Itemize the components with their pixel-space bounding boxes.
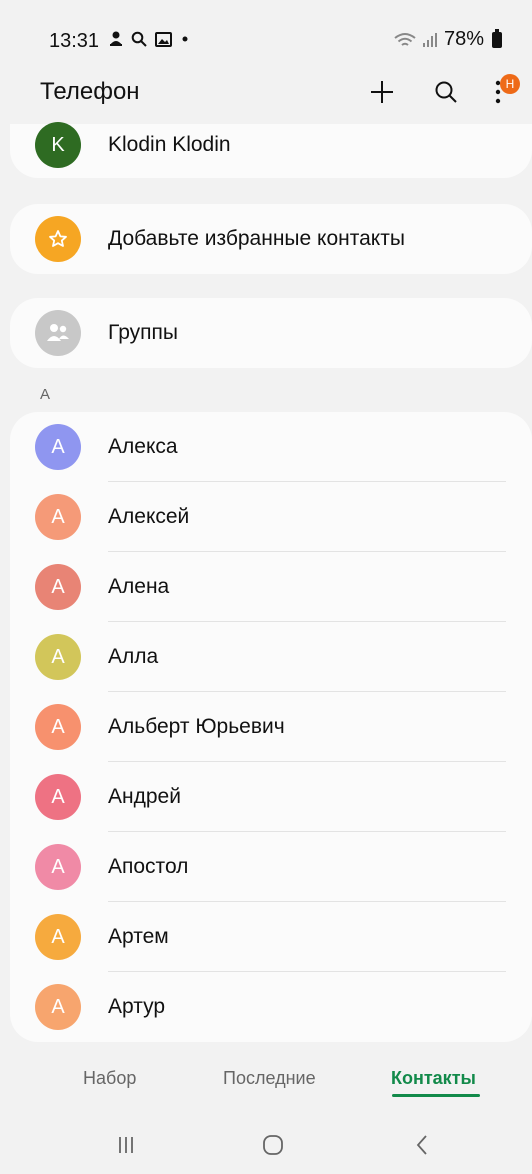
avatar: А xyxy=(35,774,81,820)
contact-name: Алексей xyxy=(108,505,190,528)
more-options-button[interactable]: Н xyxy=(476,70,520,114)
groups-row[interactable]: Группы xyxy=(10,298,532,368)
person-icon xyxy=(110,31,122,46)
list-item[interactable]: А Альберт Юрьевич xyxy=(10,692,532,762)
add-favorites-row[interactable]: Добавьте избранные контакты xyxy=(10,204,532,274)
avatar: А xyxy=(35,494,81,540)
status-left-icons xyxy=(109,31,190,47)
contacts-list: А Алекса А Алексей А Алена А Алла А Альб… xyxy=(10,412,532,1042)
tab-recents[interactable]: Последние xyxy=(223,1068,316,1089)
search-button[interactable] xyxy=(424,70,468,114)
groups-card[interactable]: Группы xyxy=(10,298,532,368)
avatar-initial: А xyxy=(51,855,65,878)
back-button[interactable] xyxy=(402,1130,442,1160)
avatar: А xyxy=(35,704,81,750)
contact-name: Алена xyxy=(108,575,170,598)
status-right: 78% xyxy=(394,28,502,51)
tab-contacts[interactable]: Контакты xyxy=(391,1068,476,1089)
section-letter: А xyxy=(40,386,51,403)
add-contact-button[interactable] xyxy=(360,70,404,114)
avatar: А xyxy=(35,564,81,610)
contact-name: Апостол xyxy=(108,855,189,878)
avatar-initial: А xyxy=(51,645,65,668)
avatar-initial: А xyxy=(51,715,65,738)
contact-name: Альберт Юрьевич xyxy=(108,715,285,738)
list-item[interactable]: А Артем xyxy=(10,902,532,972)
avatar-initial: А xyxy=(51,505,65,528)
avatar: K xyxy=(35,122,81,168)
avatar: А xyxy=(35,634,81,680)
plus-icon xyxy=(371,81,393,103)
favorites-card[interactable]: Добавьте избранные контакты xyxy=(10,204,532,274)
status-time: 13:31 xyxy=(49,30,100,52)
battery-icon xyxy=(492,28,502,48)
profile-row[interactable]: K Klodin Klodin xyxy=(10,110,532,180)
list-item[interactable]: А Артур xyxy=(10,972,532,1042)
home-icon xyxy=(263,1135,283,1155)
groups-label: Группы xyxy=(108,321,178,344)
avatar-initial: K xyxy=(51,133,65,156)
avatar-initial: А xyxy=(51,435,65,458)
contact-name: Алла xyxy=(108,645,159,668)
favorites-avatar xyxy=(35,216,81,262)
recent-apps-icon xyxy=(119,1137,133,1153)
battery-percent: 78% xyxy=(443,28,484,50)
avatar: А xyxy=(35,424,81,470)
avatar: А xyxy=(35,914,81,960)
group-icon xyxy=(47,324,69,341)
wifi-icon xyxy=(394,32,416,46)
notification-badge: Н xyxy=(500,74,520,94)
search-icon xyxy=(435,81,457,103)
list-item[interactable]: А Алекса xyxy=(10,412,532,482)
profile-name: Klodin Klodin xyxy=(108,133,231,156)
contact-name: Артур xyxy=(108,995,166,1018)
list-item[interactable]: А Алексей xyxy=(10,482,532,552)
contact-name: Андрей xyxy=(108,785,181,808)
star-icon xyxy=(49,230,67,247)
dot-icon xyxy=(182,36,188,42)
avatar-initial: А xyxy=(51,575,65,598)
list-item[interactable]: А Апостол xyxy=(10,832,532,902)
bottom-tab-bar: Набор Последние Контакты xyxy=(10,1050,532,1110)
avatar-initial: А xyxy=(51,995,65,1018)
recent-apps-button[interactable] xyxy=(106,1130,146,1160)
contact-name: Алекса xyxy=(108,435,178,458)
avatar: А xyxy=(35,844,81,890)
tab-keypad[interactable]: Набор xyxy=(83,1068,136,1089)
search-icon xyxy=(131,31,147,47)
signal-icon xyxy=(422,32,437,47)
profile-card[interactable]: K Klodin Klodin xyxy=(10,122,532,178)
active-tab-indicator xyxy=(392,1094,480,1097)
add-favorites-label: Добавьте избранные контакты xyxy=(108,227,405,250)
phone-screen: 13:31 78% Телефон Н K Klodin Klodin Доба… xyxy=(10,0,532,1174)
avatar-initial: А xyxy=(51,785,65,808)
system-nav-bar xyxy=(10,1116,532,1174)
app-title: Телефон xyxy=(40,78,140,105)
list-item[interactable]: А Алена xyxy=(10,552,532,622)
image-icon xyxy=(155,31,172,47)
groups-avatar xyxy=(35,310,81,356)
list-item[interactable]: А Андрей xyxy=(10,762,532,832)
back-icon xyxy=(416,1135,427,1155)
avatar-initial: А xyxy=(51,925,65,948)
contact-name: Артем xyxy=(108,925,169,948)
home-button[interactable] xyxy=(253,1130,293,1160)
avatar: А xyxy=(35,984,81,1030)
list-item[interactable]: А Алла xyxy=(10,622,532,692)
